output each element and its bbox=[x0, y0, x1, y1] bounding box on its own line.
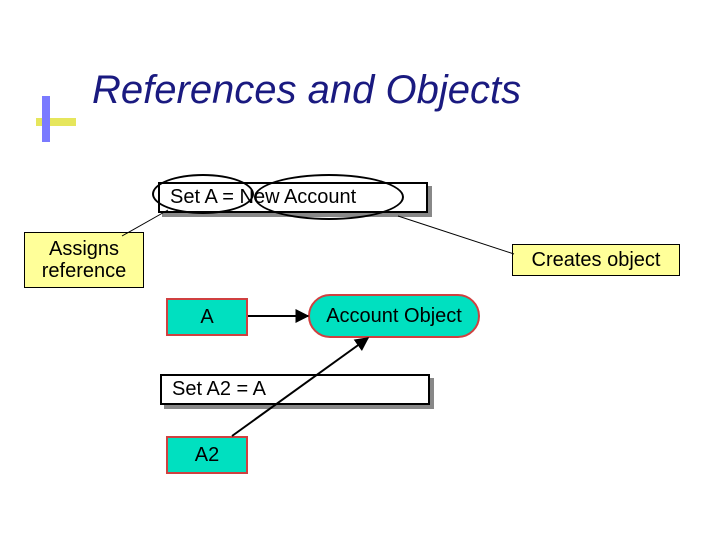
code-line-2: Set A2 = A bbox=[160, 374, 430, 405]
slide-title: References and Objects bbox=[92, 68, 521, 113]
label-assigns-reference: Assigns reference bbox=[24, 232, 144, 288]
label-assigns-line2: reference bbox=[42, 260, 127, 282]
label-assigns-line1: Assigns bbox=[49, 238, 119, 260]
variable-a-box: A bbox=[166, 298, 248, 336]
ellipse-set-a bbox=[152, 174, 254, 214]
ellipse-new-account bbox=[254, 174, 404, 220]
title-bullet-deco bbox=[36, 96, 84, 128]
account-object-box: Account Object bbox=[308, 294, 480, 338]
variable-a2-box: A2 bbox=[166, 436, 248, 474]
label-creates-object: Creates object bbox=[512, 244, 680, 276]
